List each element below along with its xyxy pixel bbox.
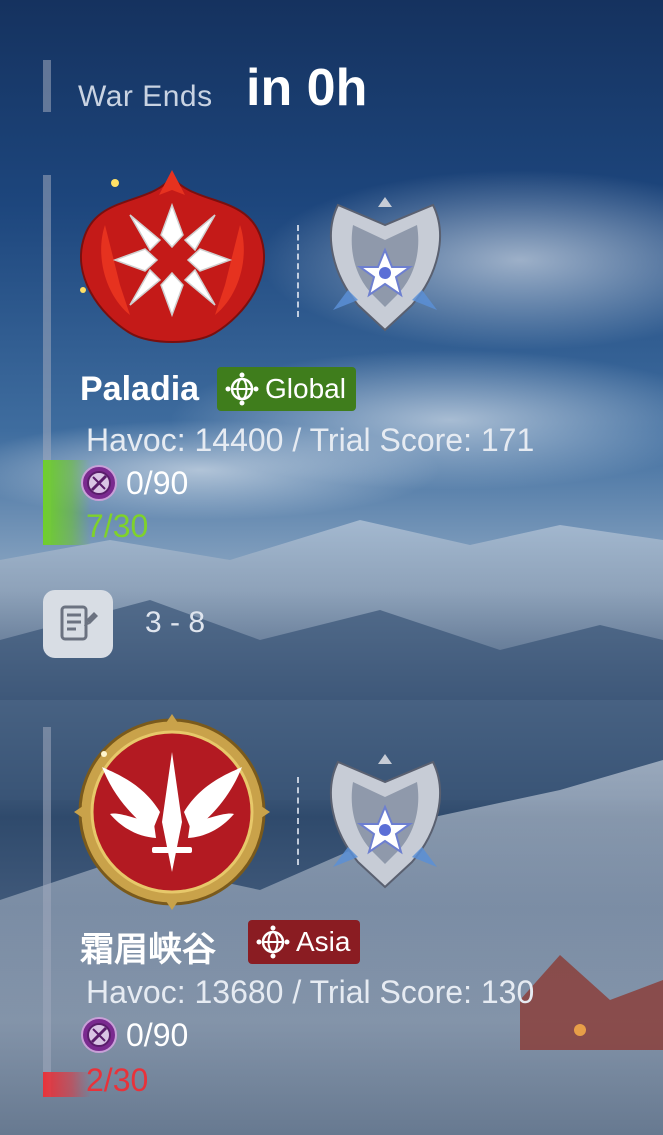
guild-2-side-bar — [43, 727, 51, 1097]
guild-1-divider — [297, 225, 301, 317]
globe-icon — [225, 372, 259, 406]
guild-2-progress: 2/30 — [86, 1062, 149, 1098]
guild-1-name: Paladia — [80, 370, 200, 408]
guild-1-region-tag: Global — [217, 367, 356, 411]
guild-1-stats: Havoc: 14400 / Trial Score: 171 — [86, 422, 535, 458]
guild-1-progress: 7/30 — [86, 508, 149, 544]
guild-2-token-row: 0/90 — [80, 1016, 188, 1054]
guild-1-region-label: Global — [265, 373, 346, 404]
guild-2-stats: Havoc: 13680 / Trial Score: 130 — [86, 974, 535, 1010]
guild-2-divider — [297, 777, 301, 865]
battle-log-button[interactable] — [43, 590, 113, 658]
silver-wing-rank-icon[interactable] — [318, 752, 453, 892]
winged-sword-emblem-icon[interactable] — [72, 712, 272, 912]
battle-log-icon — [60, 605, 98, 641]
guild-2-tokens: 0/90 — [126, 1016, 189, 1053]
globe-icon — [256, 925, 290, 959]
war-time-remaining: in 0h — [246, 59, 368, 117]
flame-cross-emblem-icon[interactable] — [75, 165, 270, 355]
battle-record-score: 3 - 8 — [145, 606, 206, 639]
guild-2-region-label: Asia — [296, 926, 351, 957]
header-accent-bar — [43, 60, 51, 112]
guild-2-region-tag: Asia — [248, 920, 361, 964]
guild-2-name: 霜眉峡谷 — [80, 931, 216, 969]
guild-2-progress-fill — [43, 1072, 91, 1097]
guild-1-tokens: 0/90 — [126, 464, 189, 501]
silver-wing-rank-icon[interactable] — [318, 195, 453, 335]
war-ends-label: War Ends — [78, 80, 213, 113]
compass-token-icon — [81, 465, 117, 501]
guild-1-token-row: 0/90 — [80, 464, 188, 502]
compass-token-icon — [81, 1017, 117, 1053]
